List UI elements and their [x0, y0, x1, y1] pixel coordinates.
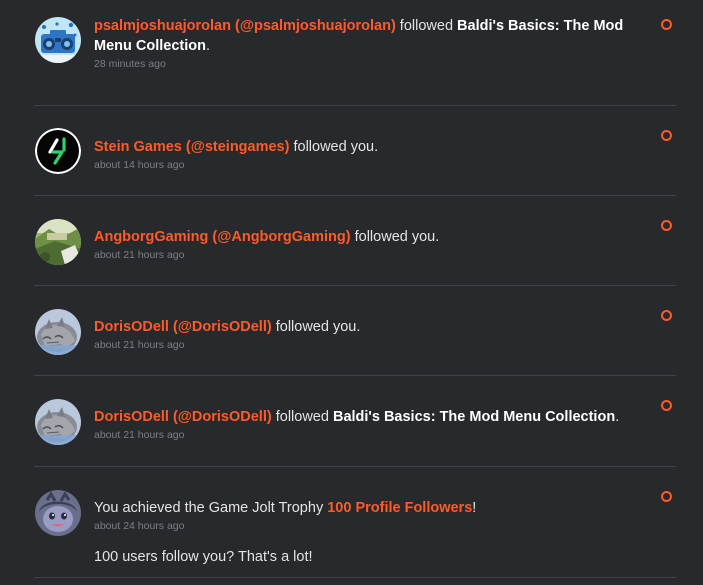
notification-body: AngborgGaming (@AngborgGaming) followed …	[94, 227, 626, 262]
user-link[interactable]: Stein Games (@steingames)	[94, 139, 289, 155]
cat-avatar-icon	[35, 399, 81, 445]
timestamp: 28 minutes ago	[94, 58, 166, 70]
notification-item[interactable]: You achieved the Game Jolt Trophy 100 Pr…	[34, 467, 676, 578]
notification-item[interactable]: DorisODell (@DorisODell) followed you. a…	[34, 286, 676, 376]
notification-body: Stein Games (@steingames) followed you. …	[94, 137, 626, 172]
user-link[interactable]: DorisODell (@DorisODell)	[94, 319, 272, 335]
timestamp: about 24 hours ago	[94, 520, 185, 532]
game-link[interactable]: Baldi's Basics: The Mod Menu Collection	[333, 409, 615, 425]
notification-item[interactable]: Stein Games (@steingames) followed you. …	[34, 106, 676, 196]
notification-text: DorisODell (@DorisODell) followed Baldi'…	[94, 409, 620, 425]
notification-item[interactable]: psalmjoshuajorolan (@psalmjoshuajorolan)…	[34, 0, 676, 106]
boombox-avatar-icon	[35, 17, 81, 63]
cat-avatar-icon	[35, 309, 81, 355]
unread-indicator[interactable]	[661, 400, 672, 411]
unread-indicator[interactable]	[661, 130, 672, 141]
notification-item[interactable]: DorisODell (@DorisODell) followed Baldi'…	[34, 376, 676, 467]
notification-text: DorisODell (@DorisODell) followed you.	[94, 319, 361, 335]
notification-text: psalmjoshuajorolan (@psalmjoshuajorolan)…	[94, 18, 624, 54]
character-avatar-icon	[35, 490, 81, 536]
timestamp: about 21 hours ago	[94, 429, 185, 441]
avatar[interactable]	[35, 309, 81, 355]
trophy-description: 100 users follow you? That's a lot!	[94, 549, 313, 565]
landscape-avatar-icon	[35, 219, 81, 265]
unread-indicator[interactable]	[661, 220, 672, 231]
notification-feed: psalmjoshuajorolan (@psalmjoshuajorolan)…	[34, 0, 676, 578]
notification-body: DorisODell (@DorisODell) followed you. a…	[94, 317, 626, 352]
trophy-link[interactable]: 100 Profile Followers	[327, 500, 472, 516]
user-link[interactable]: DorisODell (@DorisODell)	[94, 409, 272, 425]
notification-body: psalmjoshuajorolan (@psalmjoshuajorolan)…	[94, 16, 626, 71]
notification-body: You achieved the Game Jolt Trophy 100 Pr…	[94, 498, 626, 567]
unread-indicator[interactable]	[661, 310, 672, 321]
notification-text: AngborgGaming (@AngborgGaming) followed …	[94, 229, 440, 245]
avatar[interactable]	[35, 17, 81, 63]
notification-text: You achieved the Game Jolt Trophy 100 Pr…	[94, 500, 477, 516]
notification-text: Stein Games (@steingames) followed you.	[94, 139, 379, 155]
unread-indicator[interactable]	[661, 19, 672, 30]
timestamp: about 21 hours ago	[94, 249, 185, 261]
avatar[interactable]	[35, 128, 81, 174]
lightning-logo-avatar-icon	[35, 128, 81, 174]
timestamp: about 21 hours ago	[94, 339, 185, 351]
avatar[interactable]	[35, 490, 81, 536]
user-link[interactable]: psalmjoshuajorolan (@psalmjoshuajorolan)	[94, 18, 396, 34]
notification-item[interactable]: AngborgGaming (@AngborgGaming) followed …	[34, 196, 676, 286]
notification-body: DorisODell (@DorisODell) followed Baldi'…	[94, 407, 626, 442]
unread-indicator[interactable]	[661, 491, 672, 502]
user-link[interactable]: AngborgGaming (@AngborgGaming)	[94, 229, 351, 245]
avatar[interactable]	[35, 399, 81, 445]
avatar[interactable]	[35, 219, 81, 265]
timestamp: about 14 hours ago	[94, 159, 185, 171]
